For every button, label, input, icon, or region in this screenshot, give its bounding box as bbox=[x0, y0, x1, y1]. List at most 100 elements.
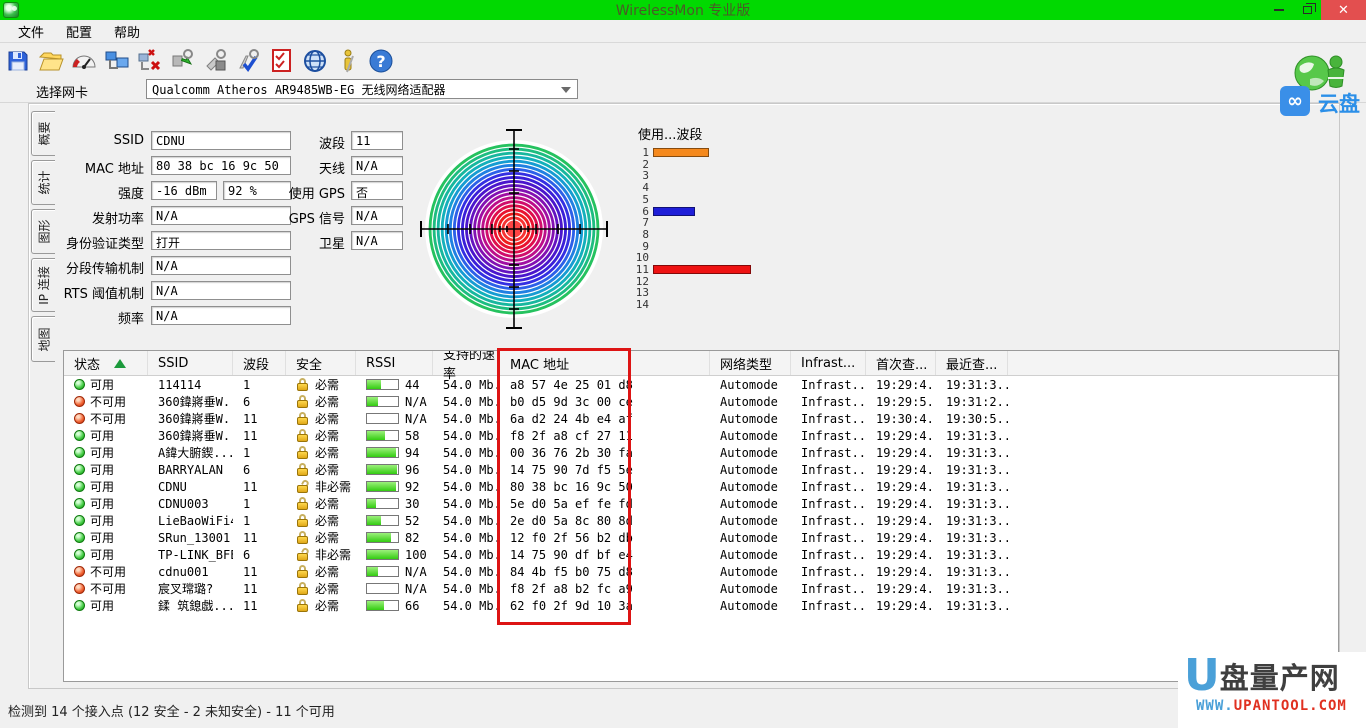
open-folder-icon[interactable] bbox=[37, 47, 65, 75]
column-header-10[interactable]: 最近查... bbox=[936, 351, 1008, 375]
last-seen-cell: 19:31:3... bbox=[946, 598, 1008, 613]
menu-item-2[interactable]: 帮助 bbox=[104, 20, 150, 43]
security-cell: 非必需 bbox=[286, 546, 356, 563]
field-value-2[interactable]: -16 dBm bbox=[151, 181, 217, 200]
table-row[interactable]: 不可用360鍏嶈垂W...11必需N/A ...54.0 Mb...6a d2 … bbox=[64, 410, 1338, 427]
table-row[interactable]: 可用CDNU11非必需9254.0 Mb...80 38 bc 16 9c 50… bbox=[64, 478, 1338, 495]
column-header-9[interactable]: 首次查... bbox=[866, 351, 936, 375]
adapter-select[interactable]: Qualcomm Atheros AR9485WB-EG 无线网络适配器 bbox=[146, 79, 578, 99]
table-row[interactable]: 可用1141141必需4454.0 Mb...a8 57 4e 25 01 d8… bbox=[64, 376, 1338, 393]
infrastructure-cell: Infrast... bbox=[801, 547, 866, 562]
column-header-2[interactable]: 波段 bbox=[233, 351, 286, 375]
table-row[interactable]: 可用BARRYALAN6必需9654.0 Mb...14 75 90 7d f5… bbox=[64, 461, 1338, 478]
field-right-label-3: GPS 信号 bbox=[288, 212, 345, 227]
column-header-0[interactable]: 状态 bbox=[64, 351, 148, 375]
window-title: WirelessMon 专业版 bbox=[615, 3, 751, 19]
table-row[interactable]: 不可用360鍏嶈垂W...6必需N/A ...54.0 Mb...b0 d5 9… bbox=[64, 393, 1338, 410]
table-row[interactable]: 不可用宸叉瑺璐?11必需N/A ...54.0 Mb...f8 2f a8 b2… bbox=[64, 580, 1338, 597]
first-seen-cell: 19:29:4... bbox=[876, 547, 936, 562]
close-button[interactable]: ✕ bbox=[1321, 0, 1366, 20]
field-right-value-3[interactable]: N/A bbox=[351, 206, 403, 225]
security-label: 非必需 bbox=[315, 480, 352, 494]
column-header-label: 状态 bbox=[74, 357, 101, 373]
channel-cell: 1 bbox=[243, 513, 251, 528]
field-value-7[interactable]: N/A bbox=[151, 306, 291, 325]
field-value-4[interactable]: 打开 bbox=[151, 231, 291, 250]
field-value-3[interactable]: N/A bbox=[151, 206, 291, 225]
field-right-value-2[interactable]: 否 bbox=[351, 181, 403, 200]
column-header-7[interactable]: 网络类型 bbox=[710, 351, 791, 375]
security-cell: 必需 bbox=[286, 580, 356, 597]
help-icon[interactable]: ? bbox=[367, 47, 395, 75]
table-row[interactable]: 可用CDNU0031必需3054.0 Mb...5e d0 5a ef fe f… bbox=[64, 495, 1338, 512]
rssi-cell: 94 bbox=[356, 446, 433, 460]
info-icon[interactable] bbox=[334, 47, 362, 75]
channel-cell: 11 bbox=[243, 530, 258, 545]
rssi-value: 52 bbox=[405, 513, 420, 528]
security-label: 必需 bbox=[315, 514, 340, 528]
ssid-cell: CDNU bbox=[158, 479, 187, 494]
table-row[interactable]: 可用鍒 筑鎴戯...11必需6654.0 Mb...62 f0 2f 9d 10… bbox=[64, 597, 1338, 614]
save-icon[interactable] bbox=[4, 47, 32, 75]
lock-closed-icon bbox=[296, 514, 309, 527]
column-header-label: RSSI bbox=[366, 355, 396, 371]
rssi-bar bbox=[366, 379, 399, 390]
last-seen-cell: 19:31:3... bbox=[946, 479, 1008, 494]
field-right-value-1[interactable]: N/A bbox=[351, 156, 403, 175]
status-available-icon bbox=[74, 498, 85, 509]
checklist-icon[interactable] bbox=[268, 47, 296, 75]
ssid-cell: 宸叉瑺璐? bbox=[158, 582, 214, 596]
table-row[interactable]: 可用A鍏大腑鍥...1必需9454.0 Mb...00 36 76 2b 30 … bbox=[64, 444, 1338, 461]
cloud-icon[interactable]: ∞ bbox=[1280, 86, 1310, 116]
rate-cell: 54.0 Mb... bbox=[443, 513, 500, 528]
field-right-value-0[interactable]: 11 bbox=[351, 131, 403, 150]
start-logging-icon[interactable] bbox=[169, 47, 197, 75]
minimize-button[interactable] bbox=[1265, 0, 1293, 20]
network-type-cell: Automode bbox=[720, 513, 778, 528]
internet-icon[interactable] bbox=[301, 47, 329, 75]
column-header-1[interactable]: SSID bbox=[148, 351, 233, 375]
connect-icon[interactable] bbox=[103, 47, 131, 75]
field-label-1: MAC 地址 bbox=[84, 162, 144, 177]
status-label: 不可用 bbox=[90, 565, 127, 579]
channel-cell: 11 bbox=[243, 581, 258, 596]
table-row[interactable]: 可用LieBaoWiFi4131必需5254.0 Mb...2e d0 5a 8… bbox=[64, 512, 1338, 529]
field-right-value-4[interactable]: N/A bbox=[351, 231, 403, 250]
field-value-5[interactable]: N/A bbox=[151, 256, 291, 275]
menu-item-1[interactable]: 配置 bbox=[56, 20, 102, 43]
cloud-drive-widget[interactable]: ∞ 云盘 bbox=[1276, 52, 1366, 118]
field-label-2: 强度 bbox=[117, 187, 144, 202]
table-row[interactable]: 可用TP-LINK_BFE46非必需10054.0 Mb...14 75 90 … bbox=[64, 546, 1338, 563]
maximize-button[interactable] bbox=[1293, 0, 1321, 20]
rssi-bar bbox=[366, 583, 399, 594]
rssi-cell: 96 bbox=[356, 463, 433, 477]
table-row[interactable]: 可用360鍏嶈垂W...11必需5854.0 Mb...f8 2f a8 cf … bbox=[64, 427, 1338, 444]
infrastructure-cell: Infrast... bbox=[801, 513, 866, 528]
security-label: 必需 bbox=[315, 599, 340, 613]
column-header-5[interactable]: 支持的速率 bbox=[433, 351, 500, 382]
column-header-4[interactable]: RSSI bbox=[356, 351, 433, 375]
menu-item-0[interactable]: 文件 bbox=[8, 20, 54, 43]
rssi-bar bbox=[366, 515, 399, 526]
field-value-1[interactable]: 80 38 bc 16 9c 50 bbox=[151, 156, 291, 175]
status-label: 可用 bbox=[90, 531, 115, 545]
gauge-icon[interactable] bbox=[70, 47, 98, 75]
field-value-6[interactable]: N/A bbox=[151, 281, 291, 300]
infrastructure-cell: Infrast... bbox=[801, 411, 866, 426]
security-cell: 非必需 bbox=[286, 478, 356, 495]
network-type-cell: Automode bbox=[720, 411, 778, 426]
field-value-0[interactable]: CDNU bbox=[151, 131, 291, 150]
column-header-3[interactable]: 安全 bbox=[286, 351, 356, 375]
network-type-cell: Automode bbox=[720, 496, 778, 511]
stop-logging-icon[interactable] bbox=[202, 47, 230, 75]
lock-closed-icon bbox=[296, 463, 309, 476]
column-header-8[interactable]: Infrast... bbox=[791, 351, 866, 375]
status-cell: 可用 bbox=[64, 427, 148, 444]
verify-icon[interactable] bbox=[235, 47, 263, 75]
table-row[interactable]: 不可用cdnu00111必需N/A ...54.0 Mb...84 4b f5 … bbox=[64, 563, 1338, 580]
table-row[interactable]: 可用SRun_13001...11必需8254.0 Mb...12 f0 2f … bbox=[64, 529, 1338, 546]
disconnect-icon[interactable] bbox=[136, 47, 164, 75]
lock-closed-icon bbox=[296, 378, 309, 391]
ap-table-body: 可用1141141必需4454.0 Mb...a8 57 4e 25 01 d8… bbox=[64, 376, 1338, 614]
security-label: 必需 bbox=[315, 531, 340, 545]
